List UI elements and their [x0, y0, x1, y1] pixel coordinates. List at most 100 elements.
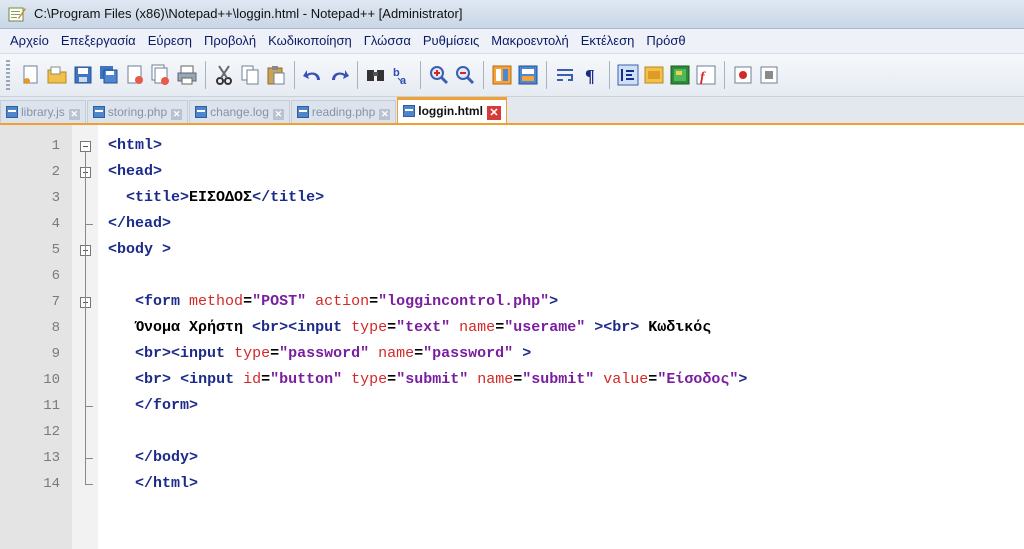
document-icon [296, 106, 309, 118]
tab-bar: library.js ✕ storing.php ✕ change.log ✕ readin… [0, 97, 1024, 125]
new-file-icon[interactable] [19, 63, 43, 87]
close-tab-icon[interactable]: ✕ [68, 109, 80, 120]
fold-end [85, 406, 93, 407]
menu-item-0[interactable]: Αρχείο [0, 29, 55, 53]
print-icon[interactable] [175, 63, 199, 87]
save-icon[interactable] [71, 63, 95, 87]
menu-item-7[interactable]: Μακροεντολή [485, 29, 574, 53]
code-text: <title>ΕΙΣΟΔΟΣ</title> [126, 189, 325, 206]
toolbar: b a ¶ f [0, 54, 1024, 97]
close-icon[interactable] [123, 63, 147, 87]
fold-line [85, 178, 86, 224]
code-line[interactable]: 2 <head> [0, 159, 1024, 185]
replace-icon[interactable]: ba [390, 63, 414, 87]
code-line[interactable]: 5 <body > [0, 237, 1024, 263]
code-line[interactable]: 3 <title>ΕΙΣΟΔΟΣ</title> [0, 185, 1024, 211]
code-line[interactable]: 10 <br> <input id="button" type="submit"… [0, 367, 1024, 393]
code-line[interactable]: 6 [0, 263, 1024, 289]
title-bar: C:\Program Files (x86)\Notepad++\loggin.… [0, 0, 1024, 29]
code-line[interactable]: 13 </body> [0, 445, 1024, 471]
code-line[interactable]: 4 </head> [0, 211, 1024, 237]
open-file-icon[interactable] [45, 63, 69, 87]
close-tab-icon[interactable]: ✕ [379, 109, 391, 120]
line-number: 14 [43, 476, 60, 492]
close-tab-icon[interactable]: ✕ [486, 106, 501, 120]
cut-icon[interactable] [212, 63, 236, 87]
code-text: </head> [108, 215, 172, 232]
tab-library-js[interactable]: library.js ✕ [0, 100, 86, 123]
toolbar-separator [294, 61, 296, 89]
code-editor[interactable]: 1 <html> 2 <head> 3 <title>ΕΙΣΟΔΟΣ</title> 4 <… [0, 125, 1024, 549]
tab-label: loggin.html [418, 104, 483, 118]
code-text: <html> [108, 137, 163, 154]
fold-toggle-icon[interactable] [80, 141, 91, 152]
document-icon [92, 106, 105, 118]
menu-bar: Αρχείο Επεξεργασία Εύρεση Προβολή Κωδικοποίη… [0, 29, 1024, 54]
tab-label: library.js [21, 105, 65, 119]
redo-icon[interactable] [327, 63, 351, 87]
menu-item-3[interactable]: Προβολή [198, 29, 262, 53]
code-text: </form> [135, 397, 199, 414]
fold-end [85, 484, 93, 485]
code-line[interactable]: 9 <br><input type="password" name="passw… [0, 341, 1024, 367]
tab-label: reading.php [311, 105, 376, 119]
code-line[interactable]: 14 </html> [0, 471, 1024, 497]
close-tab-icon[interactable]: ✕ [171, 109, 183, 120]
zoom-in-icon[interactable] [427, 63, 451, 87]
menu-item-4[interactable]: Κωδικοποίηση [262, 29, 358, 53]
menu-item-1[interactable]: Επεξεργασία [55, 29, 142, 53]
tab-change-log[interactable]: change.log ✕ [189, 100, 290, 123]
menu-item-5[interactable]: Γλώσσα [358, 29, 417, 53]
user-defined-lang-icon[interactable] [642, 63, 666, 87]
notepad-plus-plus-icon [8, 7, 26, 22]
line-number: 1 [51, 138, 60, 154]
toolbar-separator [420, 61, 422, 89]
code-line[interactable]: 8 Όνομα Χρήστη <br><input type="text" na… [0, 315, 1024, 341]
toolbar-separator [609, 61, 611, 89]
code-line[interactable]: 12 [0, 419, 1024, 445]
tab-reading-php[interactable]: reading.php ✕ [290, 100, 397, 123]
line-number: 3 [51, 190, 60, 206]
code-line[interactable]: 11 </form> [0, 393, 1024, 419]
code-line[interactable]: 1 <html> [0, 133, 1024, 159]
menu-item-8[interactable]: Εκτέλεση [575, 29, 641, 53]
find-icon[interactable] [364, 63, 388, 87]
line-number: 6 [51, 268, 60, 284]
close-tab-icon[interactable]: ✕ [272, 109, 284, 120]
svg-text:¶: ¶ [585, 66, 595, 86]
code-text: <head> [108, 163, 163, 180]
tab-storing-php[interactable]: storing.php ✕ [86, 100, 189, 123]
menu-item-2[interactable]: Εύρεση [142, 29, 198, 53]
toolbar-grip[interactable] [6, 60, 10, 90]
fold-end [85, 458, 93, 459]
fold-end [85, 224, 93, 225]
line-number: 11 [43, 398, 60, 414]
stop-record-icon[interactable] [757, 63, 781, 87]
sync-horizontal-icon[interactable] [516, 63, 540, 87]
toolbar-separator [546, 61, 548, 89]
document-icon [403, 105, 416, 117]
copy-icon[interactable] [238, 63, 262, 87]
menu-item-9[interactable]: Πρόσθ [640, 29, 691, 53]
zoom-out-icon[interactable] [453, 63, 477, 87]
tab-loggin-html[interactable]: loggin.html ✕ [397, 97, 507, 123]
code-text: <form method="POST" action="loggincontro… [135, 293, 559, 310]
menu-item-6[interactable]: Ρυθμίσεις [417, 29, 485, 53]
line-number: 10 [43, 372, 60, 388]
paste-icon[interactable] [264, 63, 288, 87]
save-all-icon[interactable] [97, 63, 121, 87]
toolbar-separator [724, 61, 726, 89]
document-map-icon[interactable] [668, 63, 692, 87]
tab-label: storing.php [107, 105, 168, 119]
indent-guide-icon[interactable] [616, 63, 640, 87]
toolbar-separator [357, 61, 359, 89]
function-list-icon[interactable]: f [694, 63, 718, 87]
code-line[interactable]: 7 <form method="POST" action="loggincont… [0, 289, 1024, 315]
record-macro-icon[interactable] [731, 63, 755, 87]
line-number: 8 [51, 320, 60, 336]
word-wrap-icon[interactable] [553, 63, 577, 87]
show-all-chars-icon[interactable]: ¶ [579, 63, 603, 87]
sync-vertical-icon[interactable] [490, 63, 514, 87]
undo-icon[interactable] [301, 63, 325, 87]
close-all-icon[interactable] [149, 63, 173, 87]
